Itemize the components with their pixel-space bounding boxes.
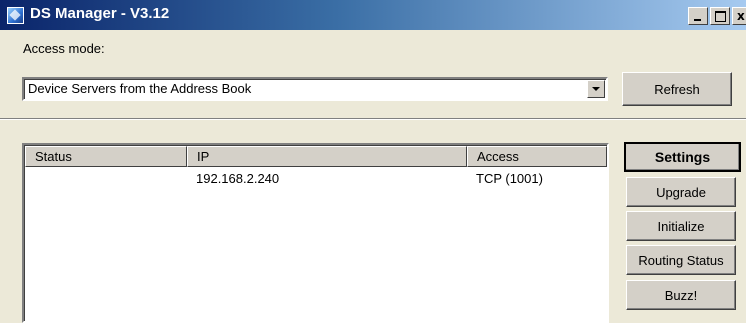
access-mode-value: Device Servers from the Address Book: [28, 81, 252, 96]
table-row[interactable]: 192.168.2.240 TCP (1001): [25, 169, 607, 189]
maximize-button[interactable]: [710, 7, 730, 25]
buzz-button[interactable]: Buzz!: [626, 280, 736, 310]
separator: [0, 118, 746, 120]
device-list[interactable]: Status IP Access 192.168.2.240 TCP (1001…: [22, 143, 609, 323]
app-icon: [7, 7, 24, 24]
settings-button[interactable]: Settings: [624, 142, 741, 172]
upgrade-button[interactable]: Upgrade: [626, 177, 736, 207]
access-mode-label: Access mode:: [23, 41, 105, 56]
column-header-ip[interactable]: IP: [187, 146, 467, 167]
caption-buttons: x: [686, 7, 746, 25]
column-header-status[interactable]: Status: [25, 146, 187, 167]
routing-status-button[interactable]: Routing Status: [626, 245, 736, 275]
cell-ip: 192.168.2.240: [196, 171, 280, 186]
initialize-button[interactable]: Initialize: [626, 211, 736, 241]
minimize-button[interactable]: [688, 7, 708, 25]
cell-status: [25, 169, 187, 189]
column-header-access[interactable]: Access: [467, 146, 607, 167]
list-header: Status IP Access: [25, 146, 607, 167]
dropdown-arrow-icon[interactable]: [587, 80, 605, 98]
title-bar[interactable]: DS Manager - V3.12 x: [0, 0, 746, 30]
close-button[interactable]: x: [732, 7, 746, 25]
cell-access: TCP (1001): [476, 171, 543, 186]
window-title: DS Manager - V3.12: [30, 5, 170, 22]
access-mode-dropdown[interactable]: Device Servers from the Address Book: [22, 77, 608, 101]
refresh-button[interactable]: Refresh: [622, 72, 732, 106]
